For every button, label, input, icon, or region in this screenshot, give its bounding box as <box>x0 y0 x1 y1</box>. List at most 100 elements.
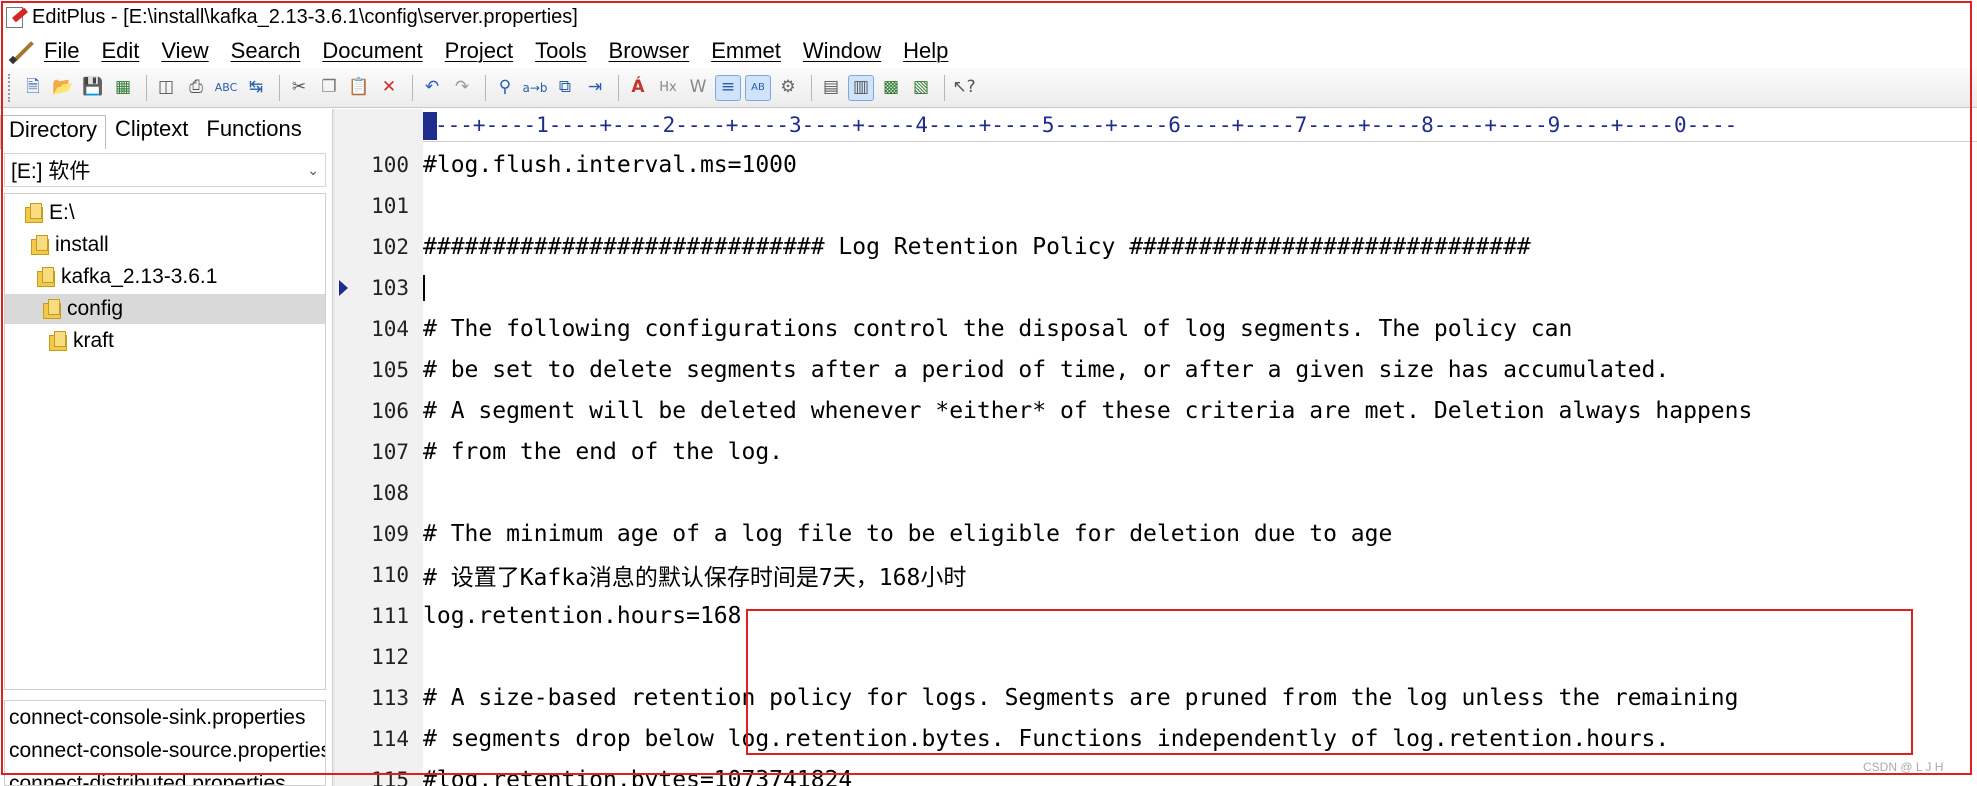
current-line-arrow-icon <box>335 278 351 298</box>
toolbar-grip[interactable] <box>8 73 14 102</box>
font-icon[interactable]: Á <box>625 75 651 101</box>
print-icon[interactable]: ⎙ <box>183 75 209 101</box>
list-item[interactable]: connect-console-sink.properties <box>5 701 325 734</box>
replace-icon[interactable]: a→b <box>522 75 548 101</box>
ruler-text: ---+----1----+----2----+----3----+----4-… <box>435 113 1738 137</box>
line-text: # 设置了Kafka消息的默认保存时间是7天，168小时 <box>423 564 967 591</box>
code-line[interactable]: 107 # from the end of the log. <box>335 431 1977 472</box>
editplus-app-icon <box>4 6 29 28</box>
tab-directory[interactable]: Directory <box>0 115 107 149</box>
tree-item-label: E:\ <box>49 201 75 224</box>
line-number: 111 <box>371 603 409 628</box>
toolbar-separator <box>811 74 812 101</box>
spellcheck-icon[interactable]: ABC <box>213 75 239 101</box>
line-number-icon[interactable]: AB <box>745 74 771 101</box>
menu-project[interactable]: Project <box>445 38 513 64</box>
folder-icon <box>31 235 49 255</box>
folder-icon <box>25 203 43 223</box>
goto-line-icon[interactable]: ⇥ <box>582 75 608 101</box>
line-text: # be set to delete segments after a peri… <box>423 356 1670 383</box>
code-line[interactable]: 115 #log.retention.bytes=1073741824 <box>335 759 1977 786</box>
folder-icon <box>49 331 67 351</box>
line-number: 107 <box>371 439 409 464</box>
word-wrap-icon[interactable]: W <box>685 75 711 101</box>
code-line[interactable]: 102 ############################# Log Re… <box>335 226 1977 267</box>
paste-icon[interactable]: 📋 <box>346 75 372 101</box>
tree-item-label: kafka_2.13-3.6.1 <box>61 265 218 288</box>
menu-tools[interactable]: Tools <box>535 38 586 64</box>
screen-layout-2-icon[interactable]: ▥ <box>848 74 874 101</box>
editor-pane[interactable]: ---+----1----+----2----+----3----+----4-… <box>335 109 1977 786</box>
line-text: ############################# Log Retent… <box>423 233 1531 260</box>
drive-select[interactable]: [E:] 软件 ⌄ <box>4 153 326 187</box>
menu-search[interactable]: Search <box>231 38 301 64</box>
save-icon[interactable]: 💾 <box>80 75 106 101</box>
line-number: 109 <box>371 521 409 546</box>
menu-edit[interactable]: Edit <box>101 38 139 64</box>
code-line[interactable]: 101 <box>335 185 1977 226</box>
redo-icon[interactable]: ↷ <box>449 75 475 101</box>
settings-gear-icon[interactable]: ⚙ <box>775 75 801 101</box>
sidebar-tabs: Directory Cliptext Functions <box>0 109 332 149</box>
menu-help[interactable]: Help <box>903 38 948 64</box>
column-ruler: ---+----1----+----2----+----3----+----4-… <box>423 109 1977 142</box>
menu-window[interactable]: Window <box>803 38 881 64</box>
toolbar-separator <box>618 74 619 101</box>
toolbar-separator <box>279 74 280 101</box>
html-preview-icon[interactable]: ↹ <box>243 75 269 101</box>
indent-icon[interactable]: ≡ <box>715 74 741 101</box>
tab-functions[interactable]: Functions <box>197 115 310 149</box>
cut-icon[interactable]: ✂ <box>286 75 312 101</box>
line-text: log.retention.hours=168 <box>423 602 742 629</box>
list-item[interactable]: connect-console-source.properties <box>5 734 325 767</box>
menu-bar: File Edit View Search Document Project T… <box>0 34 1977 69</box>
code-line[interactable]: 105 # be set to delete segments after a … <box>335 349 1977 390</box>
tree-item-kraft[interactable]: kraft <box>49 326 321 356</box>
new-file-icon[interactable]: 🗎 <box>20 75 46 101</box>
text-cursor <box>423 274 425 301</box>
chevron-down-icon: ⌄ <box>307 161 319 178</box>
file-list[interactable]: connect-console-sink.properties connect-… <box>4 700 326 786</box>
line-number: 114 <box>371 726 409 751</box>
code-line[interactable]: 110 # 设置了Kafka消息的默认保存时间是7天，168小时 <box>335 554 1977 595</box>
list-item[interactable]: connect-distributed.properties <box>5 767 325 785</box>
find-icon[interactable]: ⚲ <box>492 75 518 101</box>
screen-layout-1-icon[interactable]: ▤ <box>818 75 844 101</box>
menu-emmet[interactable]: Emmet <box>711 38 781 64</box>
menu-browser[interactable]: Browser <box>609 38 690 64</box>
screen-layout-3-icon[interactable]: ▩ <box>878 75 904 101</box>
tree-item-kafka[interactable]: kafka_2.13-3.6.1 <box>37 262 321 292</box>
screen-layout-4-icon[interactable]: ▧ <box>908 75 934 101</box>
directory-tree[interactable]: E:\ install kafka_2.13-3.6.1 config kraf… <box>4 193 326 690</box>
code-line[interactable]: 106 # A segment will be deleted whenever… <box>335 390 1977 431</box>
delete-icon[interactable]: ✕ <box>376 75 402 101</box>
print-preview-icon[interactable]: ◫ <box>153 75 179 101</box>
open-folder-icon[interactable]: 📂 <box>50 75 76 101</box>
code-line-current[interactable]: 103 <box>335 267 1977 308</box>
line-number: 112 <box>371 644 409 669</box>
line-number: 115 <box>371 767 409 786</box>
find-in-files-icon[interactable]: ⧉ <box>552 75 578 101</box>
undo-icon[interactable]: ↶ <box>419 75 445 101</box>
line-number: 101 <box>371 193 409 218</box>
code-line[interactable]: 100 #log.flush.interval.ms=1000 <box>335 144 1977 185</box>
menu-view[interactable]: View <box>161 38 208 64</box>
tree-item-drive[interactable]: E:\ <box>25 198 315 228</box>
context-help-icon[interactable]: ↖? <box>951 75 977 101</box>
code-line[interactable]: 104 # The following configurations contr… <box>335 308 1977 349</box>
window-title: EditPlus - [E:\install\kafka_2.13-3.6.1\… <box>32 5 578 28</box>
copy-icon[interactable]: ❐ <box>316 75 342 101</box>
drive-select-value: [E:] 软件 <box>11 160 91 183</box>
line-number: 104 <box>371 316 409 341</box>
code-line[interactable]: 109 # The minimum age of a log file to b… <box>335 513 1977 554</box>
hx-icon[interactable]: Hx <box>655 75 681 101</box>
menu-file[interactable]: File <box>44 38 79 64</box>
tree-item-install[interactable]: install <box>31 230 321 260</box>
line-number: 102 <box>371 234 409 259</box>
code-line[interactable]: 108 <box>335 472 1977 513</box>
tab-cliptext[interactable]: Cliptext <box>106 115 197 149</box>
menu-document[interactable]: Document <box>322 38 422 64</box>
tree-item-config[interactable]: config <box>5 294 325 324</box>
line-number: 105 <box>371 357 409 382</box>
save-all-icon[interactable]: ▦ <box>110 75 136 101</box>
